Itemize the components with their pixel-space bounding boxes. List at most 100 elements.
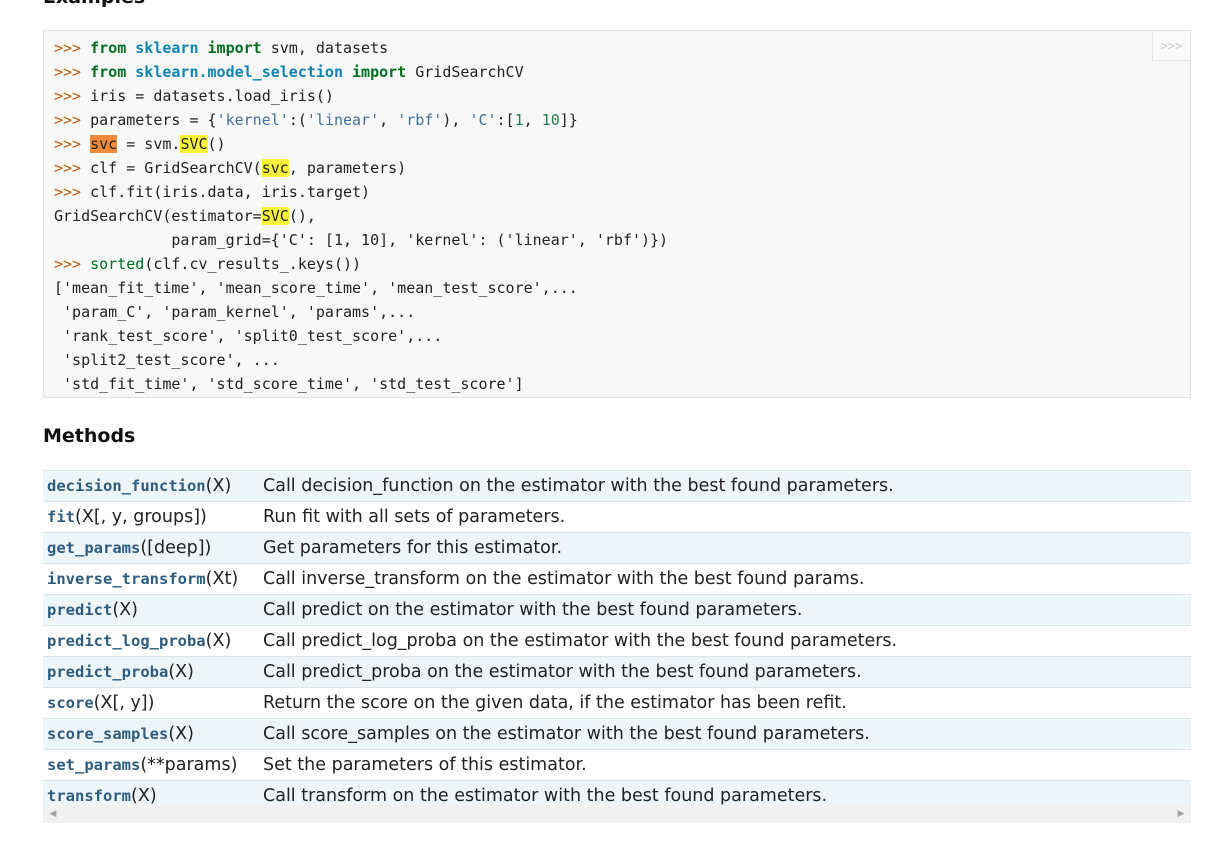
method-description: Call predict_proba on the estimator with… [253, 656, 1191, 688]
code-token: SVC [180, 135, 208, 153]
scroll-right-arrow-icon[interactable]: ▶ [1173, 805, 1189, 823]
code-token: , [379, 111, 398, 129]
method-row-score-samples: score_samples(X) Call score_samples on th… [43, 718, 1191, 750]
code-line: >>> clf = GridSearchCV(svc, parameters) [54, 156, 1190, 180]
code-line: >>> svc = svm.SVC() [54, 132, 1190, 156]
code-token: param_grid={'C': [1, 10], 'kernel': ('li… [54, 231, 669, 249]
code-token: 'rbf' [397, 111, 443, 129]
method-link-inverse-transform[interactable]: inverse_transform [47, 570, 206, 588]
method-description: Set the parameters of this estimator. [253, 749, 1191, 781]
code-token: >>> [54, 135, 91, 153]
code-token: >>> [54, 87, 91, 105]
code-token: GridSearchCV(estimator= [54, 207, 262, 225]
method-args: (Xt) [205, 569, 239, 589]
code-token: :( [288, 111, 307, 129]
code-token: parameters = { [90, 111, 217, 129]
method-link-predict-log-proba[interactable]: predict_log_proba [47, 632, 206, 650]
code-token: (clf.cv_results_.keys()) [144, 255, 362, 273]
methods-table-wrapper: decision_function(X) Call decision_functi… [43, 470, 1191, 811]
method-signature: get_params([deep]) [43, 532, 253, 564]
method-args: (X) [168, 662, 194, 682]
method-row-fit: fit(X[, y, groups]) Run fit with all sets… [43, 501, 1191, 533]
code-token: () [207, 135, 226, 153]
method-description: Call inverse_transform on the estimator … [253, 563, 1191, 595]
code-token: 10 [541, 111, 560, 129]
method-link-predict-proba[interactable]: predict_proba [47, 663, 168, 681]
method-args: (X) [205, 631, 232, 651]
method-link-score-samples[interactable]: score_samples [47, 725, 168, 743]
code-example-block: >>> >>> from sklearn import svm, dataset… [43, 30, 1191, 398]
horizontal-scrollbar[interactable]: ◀ ▶ [43, 805, 1191, 823]
method-link-get-params[interactable]: get_params [47, 539, 140, 557]
code-token: SVC [261, 207, 289, 225]
method-signature: inverse_transform(Xt) [43, 563, 253, 595]
method-args: (X) [112, 600, 138, 620]
code-token: , parameters) [288, 159, 407, 177]
method-description: Call predict on the estimator with the b… [253, 594, 1191, 626]
code-token: clf.fit(iris.data, iris.target) [90, 183, 371, 201]
code-token: >>> [54, 255, 91, 273]
method-description: Get parameters for this estimator. [253, 532, 1191, 564]
code-token: >>> [54, 39, 91, 57]
code-token: sklearn.model_selection [135, 63, 343, 81]
method-row-predict-proba: predict_proba(X) Call predict_proba on th… [43, 656, 1191, 688]
code-line: 'std_fit_time', 'std_score_time', 'std_t… [54, 372, 1190, 396]
method-args: (X) [205, 476, 232, 496]
method-link-decision-function[interactable]: decision_function [47, 477, 206, 495]
code-token: :[ [496, 111, 515, 129]
code-token: ['mean_fit_time', 'mean_score_time', 'me… [54, 279, 578, 297]
method-row-predict-log-proba: predict_log_proba(X) Call predict_log_pro… [43, 625, 1191, 657]
code-token: >>> [54, 63, 91, 81]
method-link-fit[interactable]: fit [47, 508, 75, 526]
code-token: ), [442, 111, 470, 129]
code-line: >>> parameters = {'kernel':('linear', 'r… [54, 108, 1190, 132]
method-signature: decision_function(X) [43, 470, 253, 502]
code-token: svc [90, 135, 118, 153]
method-args: (X) [168, 724, 194, 744]
toggle-prompt-button[interactable]: >>> [1152, 31, 1190, 61]
code-token: 'param_C', 'param_kernel', 'params',... [54, 303, 416, 321]
code-token: sklearn [135, 39, 199, 57]
method-link-predict[interactable]: predict [47, 601, 112, 619]
code-token: 'rank_test_score', 'split0_test_score',.… [54, 327, 443, 345]
code-content: >>> from sklearn import svm, datasets >>>… [44, 31, 1190, 396]
method-signature: score(X[, y]) [43, 687, 253, 719]
code-token: (), [288, 207, 316, 225]
method-description: Call decision_function on the estimator … [253, 470, 1191, 502]
code-token: from [90, 39, 127, 57]
code-line: >>> from sklearn import svm, datasets [54, 36, 1190, 60]
method-row-predict: predict(X) Call predict on the estimator … [43, 594, 1191, 626]
method-signature: predict_log_proba(X) [43, 625, 253, 657]
method-link-set-params[interactable]: set_params [47, 756, 140, 774]
code-token: sorted [90, 255, 145, 273]
code-token: ]} [559, 111, 578, 129]
code-line: >>> iris = datasets.load_iris() [54, 84, 1190, 108]
code-token: clf = GridSearchCV( [90, 159, 262, 177]
method-args: (X) [131, 786, 157, 806]
methods-heading: Methods [43, 425, 136, 447]
method-row-inverse-transform: inverse_transform(Xt) Call inverse_transf… [43, 563, 1191, 595]
code-line: >>> from sklearn.model_selection import … [54, 60, 1190, 84]
method-signature: score_samples(X) [43, 718, 253, 750]
method-args: ([deep]) [140, 538, 212, 558]
method-signature: predict(X) [43, 594, 253, 626]
code-token: GridSearchCV [406, 63, 524, 81]
code-token: 'linear' [306, 111, 380, 129]
examples-heading: Examples [43, 0, 145, 8]
code-token: 'split2_test_score', ... [54, 351, 280, 369]
code-token: import [207, 39, 262, 57]
scroll-left-arrow-icon[interactable]: ◀ [45, 805, 61, 823]
method-row-decision-function: decision_function(X) Call decision_functi… [43, 470, 1191, 502]
code-token: 1 [514, 111, 524, 129]
method-link-score[interactable]: score [47, 694, 94, 712]
method-args: (X[, y, groups]) [75, 507, 207, 527]
code-token: from [90, 63, 127, 81]
method-link-transform[interactable]: transform [47, 787, 131, 805]
code-token: 'C' [469, 111, 497, 129]
code-token: >>> [54, 159, 91, 177]
method-row-set-params: set_params(**params) Set the parameters o… [43, 749, 1191, 781]
